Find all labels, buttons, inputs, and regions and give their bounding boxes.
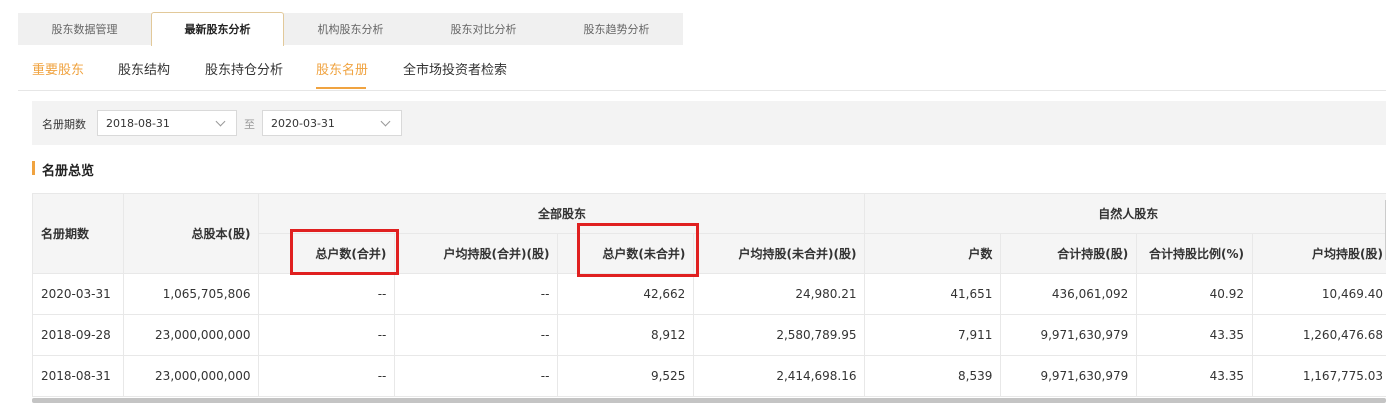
subtab-holding-analysis[interactable]: 股东持仓分析 [205,59,283,78]
sub-tab-bar: 重要股东 股东结构 股东持仓分析 股东名册 全市场投资者检索 [18,45,1386,91]
cell-natural-total-holding: 9,971,630,979 [1000,355,1138,397]
cell-total-accounts-unmerged: 42,662 [557,273,695,315]
cell-total-accounts-unmerged: 9,525 [557,355,695,397]
col-header-natural-avg-holding[interactable]: 户均持股(股) [1252,233,1386,274]
cell-total-accounts-merged: -- [258,273,396,315]
period-label: 名册期数 [42,118,86,131]
subtab-shareholder-structure[interactable]: 股东结构 [118,59,170,78]
start-period-select[interactable]: 2018-08-31 [97,110,237,136]
cell-natural-avg-holding: 10,469.40 [1252,273,1386,315]
tab-shareholder-trend-analysis[interactable]: 股东趋势分析 [550,13,683,45]
col-header-natural-accounts[interactable]: 户数 [864,233,1002,274]
chevron-down-icon [380,116,391,127]
subtab-market-investor-search[interactable]: 全市场投资者检索 [403,59,507,78]
top-tab-bar: 股东数据管理 最新股东分析 机构股东分析 股东对比分析 股东趋势分析 [18,12,683,46]
end-period-select[interactable]: 2020-03-31 [262,110,402,136]
group-header-natural-person: 自然人股东 [864,193,1386,234]
col-header-period[interactable]: 名册期数 [32,193,124,274]
col-header-natural-holding-ratio[interactable]: 合计持股比例(%) [1136,233,1253,274]
table-row[interactable]: 2018-08-31 23,000,000,000 -- -- 9,525 2,… [32,355,1386,397]
cell-total-accounts-unmerged: 8,912 [557,314,695,356]
subtab-major-shareholders[interactable]: 重要股东 [32,59,84,78]
active-subtab-underline [316,87,366,89]
cell-avg-holding-merged: -- [394,355,559,397]
start-period-value: 2018-08-31 [106,117,170,130]
cell-total-shares: 1,065,705,806 [122,273,260,315]
col-header-natural-total-holding[interactable]: 合计持股(股) [1000,233,1138,274]
cell-total-accounts-merged: -- [258,355,396,397]
tab-shareholder-comparison-analysis[interactable]: 股东对比分析 [417,13,550,45]
cell-avg-holding-merged: -- [394,314,559,356]
cell-avg-holding-unmerged: 2,414,698.16 [693,355,866,397]
section-title: 名册总览 [42,164,95,179]
subtab-shareholder-register[interactable]: 股东名册 [316,59,368,78]
tab-shareholder-data-management[interactable]: 股东数据管理 [18,13,151,45]
cell-period: 2018-09-28 [32,314,124,356]
end-period-value: 2020-03-31 [271,117,335,130]
col-header-total-shares[interactable]: 总股本(股) [122,193,260,274]
chevron-down-icon [215,116,226,127]
cell-total-accounts-merged: -- [258,314,396,356]
cell-natural-holding-ratio: 40.92 [1136,273,1253,315]
cell-natural-accounts: 41,651 [864,273,1002,315]
cell-natural-accounts: 7,911 [864,314,1002,356]
cell-natural-holding-ratio: 43.35 [1136,355,1253,397]
cell-natural-total-holding: 9,971,630,979 [1000,314,1138,356]
table-row[interactable]: 2020-03-31 1,065,705,806 -- -- 42,662 24… [32,273,1386,315]
cell-avg-holding-unmerged: 24,980.21 [693,273,866,315]
cell-period: 2018-08-31 [32,355,124,397]
cell-natural-avg-holding: 1,260,476.68 [1252,314,1386,356]
cell-natural-avg-holding: 1,167,775.03 [1252,355,1386,397]
col-header-total-accounts-merged[interactable]: 总户数(合并) [258,233,396,274]
filter-bar: 名册期数 2018-08-31 至 2020-03-31 [32,101,1386,145]
cell-total-shares: 23,000,000,000 [122,355,260,397]
section-accent-bar [32,161,35,175]
cell-natural-holding-ratio: 43.35 [1136,314,1253,356]
col-header-avg-holding-merged[interactable]: 户均持股(合并)(股) [394,233,559,274]
col-header-total-accounts-unmerged[interactable]: 总户数(未合并) [557,233,695,274]
col-header-avg-holding-unmerged[interactable]: 户均持股(未合并)(股) [693,233,866,274]
tab-latest-shareholder-analysis[interactable]: 最新股东分析 [151,12,284,46]
range-separator: 至 [244,118,255,131]
table-row[interactable]: 2018-09-28 23,000,000,000 -- -- 8,912 2,… [32,314,1386,356]
tab-institutional-shareholder-analysis[interactable]: 机构股东分析 [284,13,417,45]
register-overview-table: 名册期数 总股本(股) 全部股东 自然人股东 总户数(合并) 户均持股(合并)(… [32,193,1386,397]
cell-natural-total-holding: 436,061,092 [1000,273,1138,315]
cell-total-shares: 23,000,000,000 [122,314,260,356]
cell-natural-accounts: 8,539 [864,355,1002,397]
horizontal-scrollbar[interactable] [32,398,1386,403]
cell-avg-holding-merged: -- [394,273,559,315]
cell-avg-holding-unmerged: 2,580,789.95 [693,314,866,356]
cell-period: 2020-03-31 [32,273,124,315]
group-header-all-shareholders: 全部股东 [258,193,866,234]
